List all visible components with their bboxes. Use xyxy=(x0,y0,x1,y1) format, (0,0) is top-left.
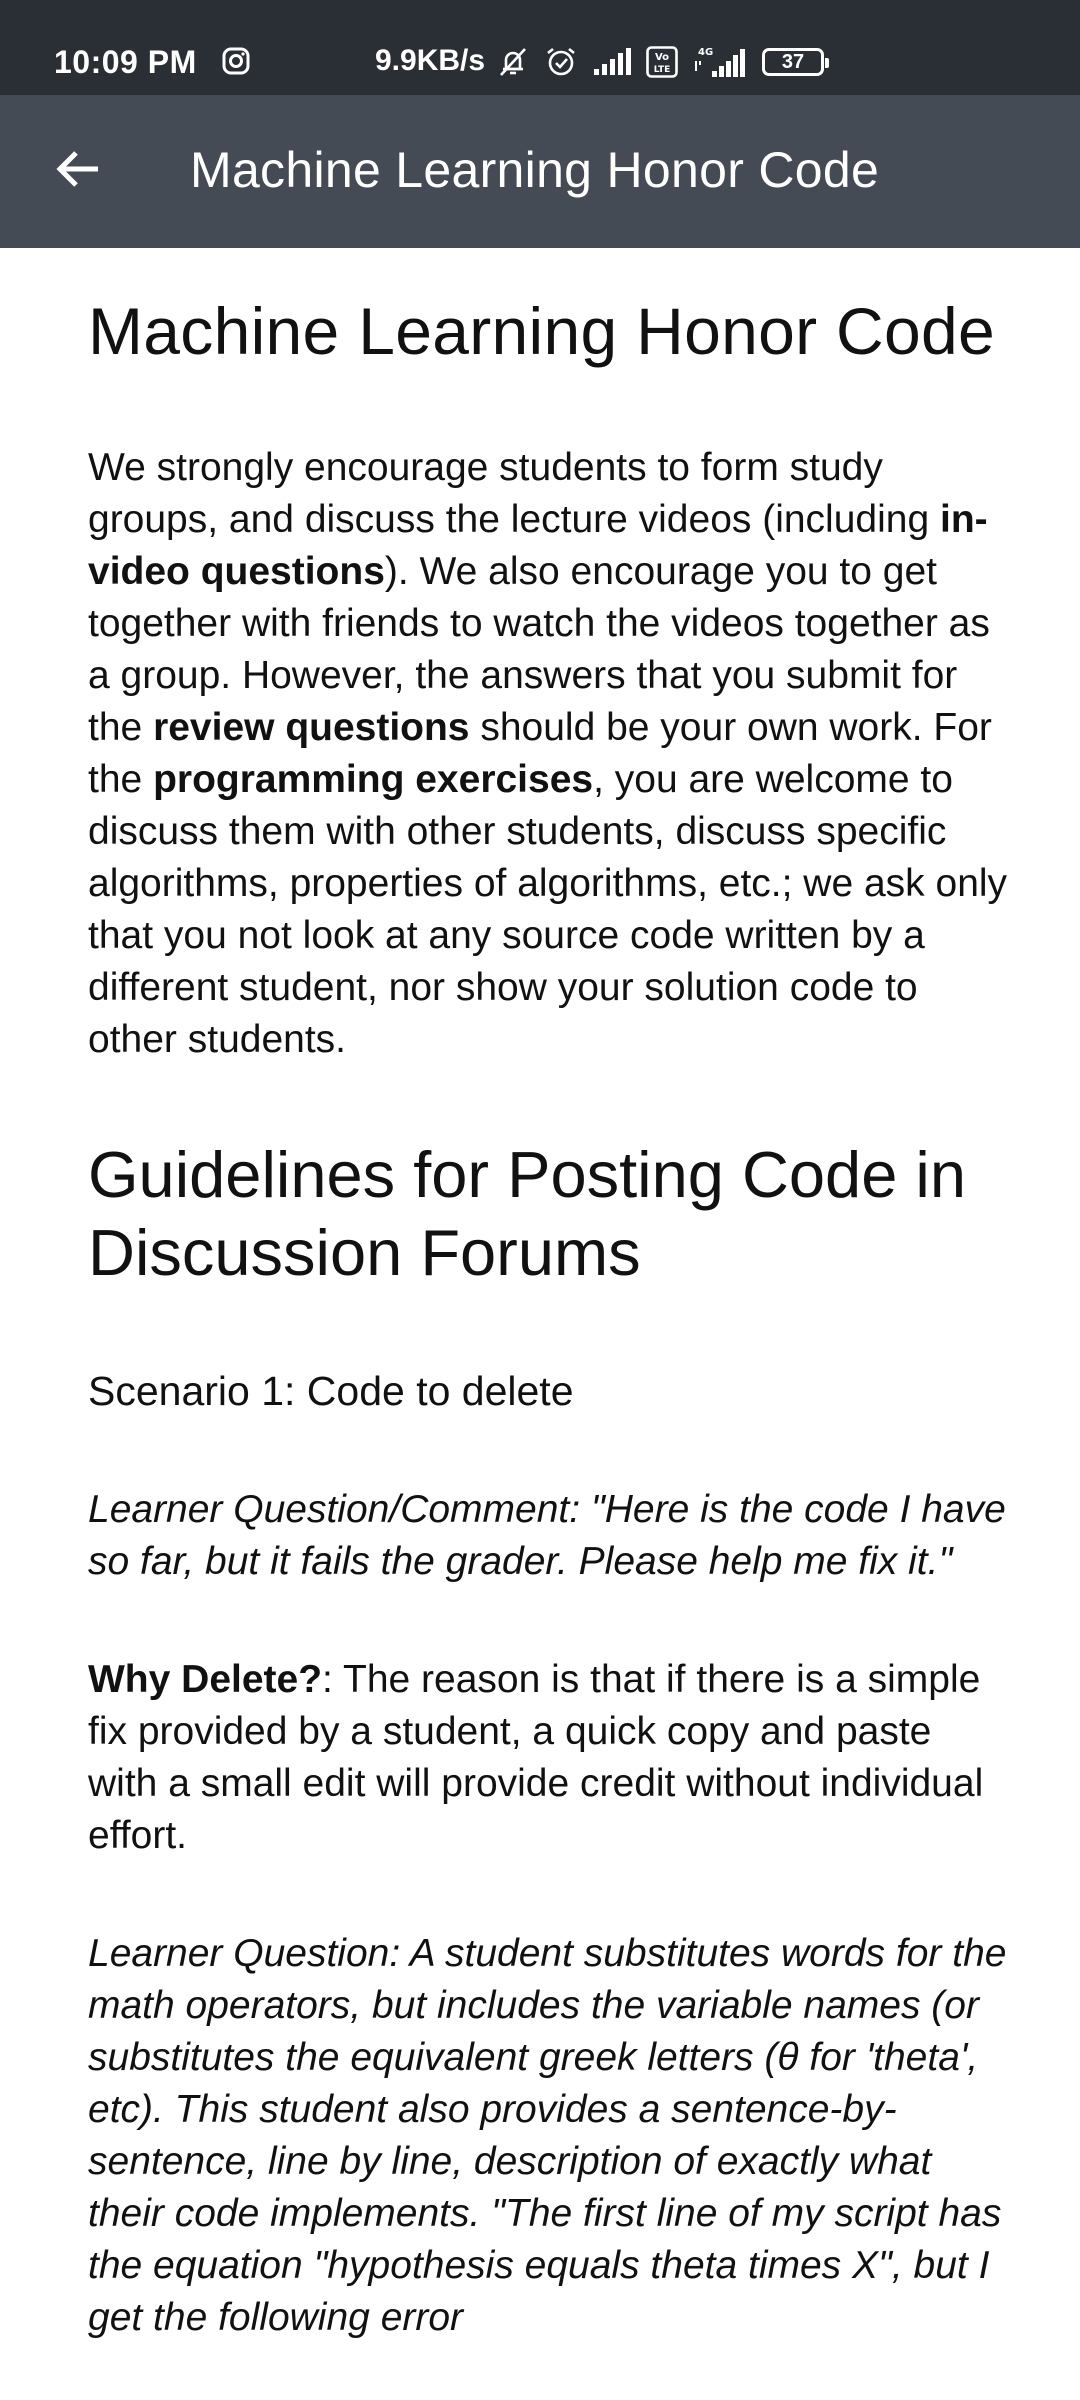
alarm-icon xyxy=(547,47,575,76)
why-delete-paragraph: Why Delete?: The reason is that if there… xyxy=(88,1654,1008,1862)
why-delete-label: Why Delete? xyxy=(88,1658,323,1701)
intro-paragraph: We strongly encourage students to form s… xyxy=(88,442,1008,1066)
learner-question-1: Learner Question/Comment: "Here is the c… xyxy=(88,1488,1006,1583)
intro-text-1: We strongly encourage students to form s… xyxy=(88,446,940,541)
arrow-left-icon xyxy=(56,151,98,187)
scenario-heading: Scenario 1: Code to delete xyxy=(88,1368,574,1414)
signal-icon xyxy=(594,48,631,75)
intro-bold-review: review questions xyxy=(153,706,470,749)
mute-icon xyxy=(500,48,526,76)
intro-bold-programming: programming exercises xyxy=(153,758,594,801)
learner-question-2: Learner Question: A student substitutes … xyxy=(88,1932,1007,2339)
volte-icon: Vo LTE xyxy=(646,46,678,78)
back-button[interactable] xyxy=(48,139,108,199)
app-bar: Machine Learning Honor Code xyxy=(0,95,1080,248)
svg-text:LTE: LTE xyxy=(654,65,671,75)
page-title: Machine Learning Honor Code xyxy=(88,294,995,368)
network-speed: 9.9KB/s xyxy=(375,44,486,77)
status-bar: 10:09 PM 9.9KB/s Vo LTE 4G 37 xyxy=(0,0,1080,95)
battery-icon: 37 xyxy=(762,48,829,76)
guidelines-heading: Guidelines for Posting Code in Discussio… xyxy=(88,1138,967,1289)
svg-text:Vo: Vo xyxy=(655,52,669,63)
signal-4g-icon: 4G xyxy=(695,47,745,77)
svg-text:4G: 4G xyxy=(698,47,713,58)
status-time: 10:09 PM xyxy=(54,44,197,80)
instagram-icon xyxy=(222,47,250,75)
app-bar-title: Machine Learning Honor Code xyxy=(190,142,880,198)
status-icons: Vo LTE 4G 37 xyxy=(496,44,829,80)
intro-text-4: , you are welcome to discuss them with o… xyxy=(88,758,1008,1061)
article-content: Machine Learning Honor Code We strongly … xyxy=(88,248,1008,2344)
